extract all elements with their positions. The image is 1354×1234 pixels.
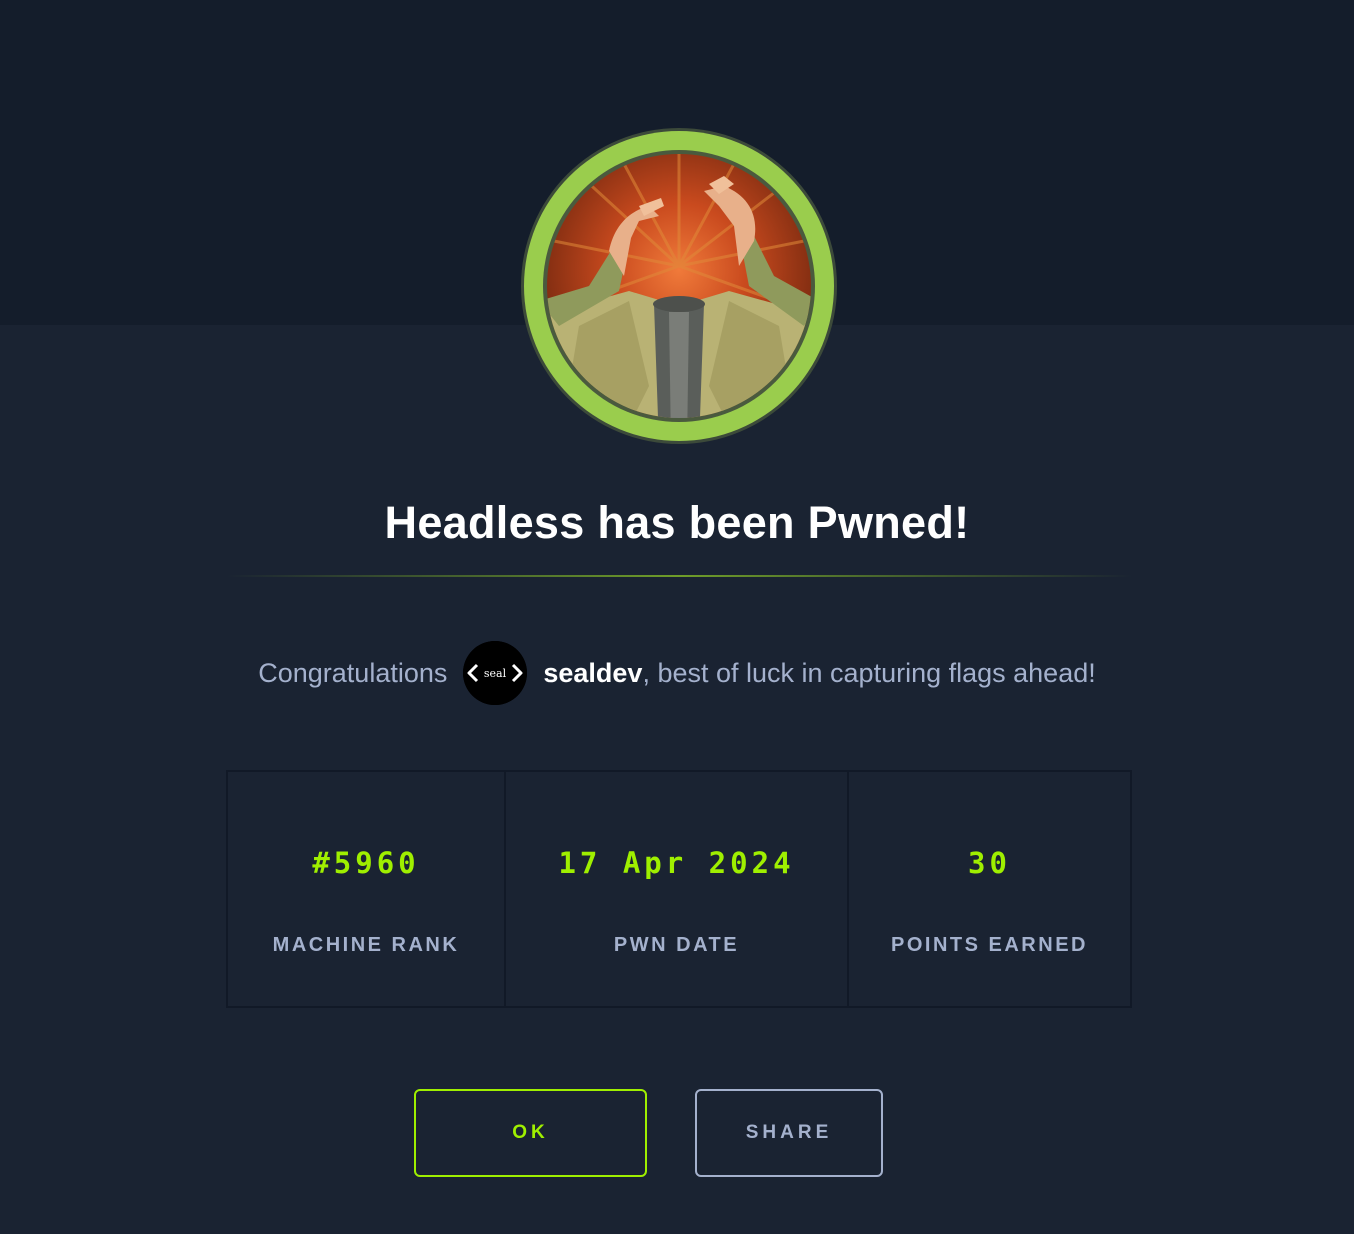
username-link[interactable]: sealdev xyxy=(543,658,642,689)
stat-value: #5960 xyxy=(312,846,420,880)
svg-text:seal: seal xyxy=(484,667,507,680)
stat-value: 17 Apr 2024 xyxy=(558,846,795,880)
stat-machine-rank: #5960 MACHINE RANK xyxy=(228,772,506,1006)
stat-label: POINTS EARNED xyxy=(891,934,1088,956)
title-divider xyxy=(227,575,1132,577)
stats-panel: #5960 MACHINE RANK 17 Apr 2024 PWN DATE … xyxy=(226,770,1132,1008)
stat-points-earned: 30 POINTS EARNED xyxy=(849,772,1130,1006)
stat-label: PWN DATE xyxy=(613,934,740,956)
congrats-prefix: Congratulations xyxy=(258,657,448,688)
page-title: Headless has been Pwned! xyxy=(384,497,970,548)
user-avatar[interactable]: seal xyxy=(463,641,528,705)
congrats-message: Congratulations seal sealdev , best of l… xyxy=(0,640,1354,706)
congrats-suffix: , best of luck in capturing flags ahead! xyxy=(642,657,1096,688)
share-button[interactable]: SHARE xyxy=(695,1089,883,1177)
ok-button[interactable]: OK xyxy=(414,1089,647,1177)
stat-pwn-date: 17 Apr 2024 PWN DATE xyxy=(506,772,849,1006)
stat-value: 30 xyxy=(968,846,1011,880)
seal-logo-icon: seal xyxy=(463,641,528,705)
machine-avatar xyxy=(519,126,839,446)
stat-label: MACHINE RANK xyxy=(272,934,460,956)
headless-machine-icon xyxy=(521,128,837,444)
